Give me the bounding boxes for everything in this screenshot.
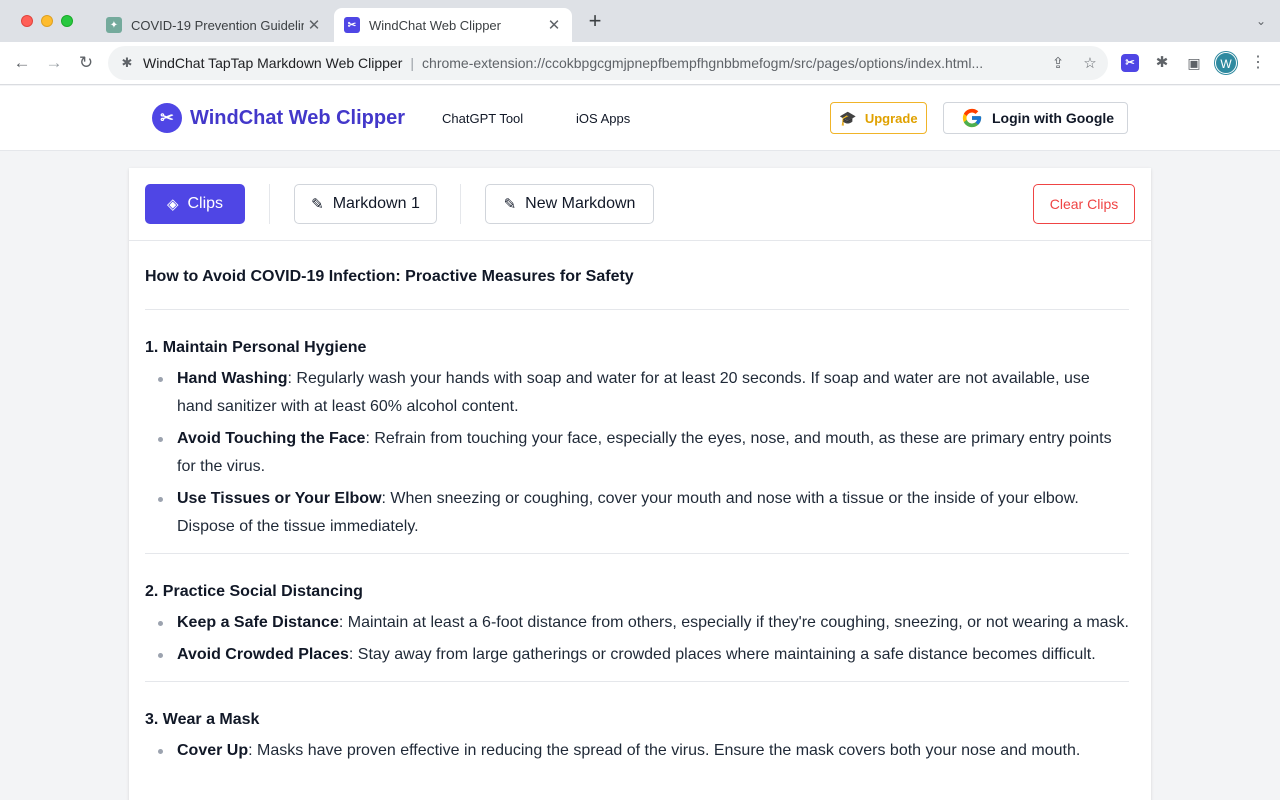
clear-clips-button[interactable]: Clear Clips bbox=[1033, 184, 1135, 224]
omnibox-page-title: WindChat TapTap Markdown Web Clipper bbox=[143, 55, 403, 71]
document-title: How to Avoid COVID-19 Infection: Proacti… bbox=[145, 241, 1129, 310]
brand[interactable]: ✂ WindChat Web Clipper bbox=[152, 103, 405, 133]
bullet-list: Cover Up: Masks have proven effective in… bbox=[145, 737, 1129, 765]
extensions-puzzle-icon[interactable]: ✱ bbox=[1153, 54, 1171, 72]
list-item: Hand Washing: Regularly wash your hands … bbox=[158, 365, 1129, 421]
list-item-term: Use Tissues or Your Elbow bbox=[177, 490, 382, 507]
close-icon[interactable]: ✕ bbox=[304, 16, 324, 34]
puzzle-icon: ✱ bbox=[121, 55, 133, 70]
clip-content: How to Avoid COVID-19 Infection: Proacti… bbox=[129, 241, 1151, 777]
bullet-list: Keep a Safe Distance: Maintain at least … bbox=[145, 609, 1129, 669]
layers-icon: ◈ bbox=[166, 196, 179, 213]
markdown-1-button[interactable]: ✎ Markdown 1 bbox=[294, 184, 437, 224]
list-item-text: : Stay away from large gatherings or cro… bbox=[348, 646, 1096, 663]
divider bbox=[460, 184, 461, 224]
clips-button[interactable]: ◈ Clips bbox=[145, 184, 245, 224]
bullet-list: Hand Washing: Regularly wash your hands … bbox=[145, 365, 1129, 541]
nav-link-ios-apps[interactable]: iOS Apps bbox=[576, 111, 630, 126]
list-item-term: Keep a Safe Distance bbox=[177, 614, 339, 631]
section-hygiene: 1. Maintain Personal Hygiene Hand Washin… bbox=[145, 310, 1129, 554]
clips-toolbar: ◈ Clips ✎ Markdown 1 ✎ New Markdown Clea… bbox=[129, 168, 1151, 241]
graduation-cap-icon: 🎓 bbox=[839, 109, 857, 126]
edit-icon: ✎ bbox=[503, 196, 517, 213]
windchat-extension-icon[interactable]: ✂ bbox=[1121, 54, 1139, 72]
markdown-1-label: Markdown 1 bbox=[332, 195, 420, 212]
list-item: Avoid Crowded Places: Stay away from lar… bbox=[158, 641, 1129, 669]
upgrade-button[interactable]: 🎓 Upgrade bbox=[830, 102, 927, 134]
side-panel-icon[interactable]: ▣ bbox=[1185, 54, 1203, 72]
nav-link-chatgpt-tool[interactable]: ChatGPT Tool bbox=[442, 111, 523, 126]
clips-card: ◈ Clips ✎ Markdown 1 ✎ New Markdown Clea… bbox=[129, 168, 1151, 800]
brand-name: WindChat Web Clipper bbox=[190, 106, 405, 129]
list-item-term: Cover Up bbox=[177, 742, 249, 759]
list-item: Avoid Touching the Face: Refrain from to… bbox=[158, 425, 1129, 481]
upgrade-label: Upgrade bbox=[864, 110, 918, 126]
list-item-term: Avoid Crowded Places bbox=[177, 646, 349, 663]
section-wear-mask: 3. Wear a Mask Cover Up: Masks have prov… bbox=[145, 682, 1129, 777]
tab-title: COVID-19 Prevention Guideline bbox=[131, 17, 304, 33]
list-item-term: Hand Washing bbox=[177, 370, 288, 387]
section-heading: 3. Wear a Mask bbox=[145, 711, 260, 728]
clips-label: Clips bbox=[187, 195, 224, 212]
section-heading: 1. Maintain Personal Hygiene bbox=[145, 339, 367, 356]
new-markdown-label: New Markdown bbox=[525, 195, 636, 212]
close-window-button[interactable] bbox=[21, 15, 33, 27]
forward-arrow-icon[interactable]: → bbox=[43, 52, 65, 74]
reload-icon[interactable]: ↻ bbox=[75, 52, 97, 74]
edit-icon: ✎ bbox=[311, 196, 324, 213]
chevron-down-icon[interactable]: ⌄ bbox=[1256, 14, 1266, 28]
list-item: Use Tissues or Your Elbow: When sneezing… bbox=[158, 485, 1129, 541]
address-bar[interactable]: ✱ WindChat TapTap Markdown Web Clipper |… bbox=[108, 46, 1108, 80]
profile-avatar[interactable]: W bbox=[1215, 52, 1237, 74]
list-item: Keep a Safe Distance: Maintain at least … bbox=[158, 609, 1129, 637]
new-markdown-button[interactable]: ✎ New Markdown bbox=[485, 184, 654, 224]
maximize-window-button[interactable] bbox=[61, 15, 73, 27]
windchat-icon: ✂ bbox=[344, 17, 360, 33]
browser-tab-windchat[interactable]: ✂ WindChat Web Clipper ✕ bbox=[334, 8, 572, 42]
list-item: Cover Up: Masks have proven effective in… bbox=[158, 737, 1129, 765]
share-icon[interactable]: ⇪ bbox=[1049, 54, 1067, 72]
omnibox-separator: | bbox=[410, 55, 415, 71]
clear-clips-label: Clear Clips bbox=[1049, 196, 1119, 212]
new-tab-button[interactable]: + bbox=[584, 10, 606, 33]
section-heading: 2. Practice Social Distancing bbox=[145, 583, 363, 600]
minimize-window-button[interactable] bbox=[41, 15, 53, 27]
login-with-google-button[interactable]: Login with Google bbox=[943, 102, 1128, 134]
omnibox-url[interactable]: chrome-extension://ccokbpgcgmjpnepfbempf… bbox=[422, 55, 1028, 71]
section-social-distancing: 2. Practice Social Distancing Keep a Saf… bbox=[145, 554, 1129, 682]
list-item-term: Avoid Touching the Face bbox=[177, 430, 366, 447]
windchat-logo-icon: ✂ bbox=[152, 103, 182, 133]
list-item-text: : Masks have proven effective in reducin… bbox=[248, 742, 1081, 759]
browser-tab-covid[interactable]: ✦ COVID-19 Prevention Guideline ✕ bbox=[96, 8, 332, 42]
chatgpt-icon: ✦ bbox=[106, 17, 122, 33]
browser-toolbar: ← → ↻ ✱ WindChat TapTap Markdown Web Cli… bbox=[0, 42, 1280, 85]
divider bbox=[269, 184, 270, 224]
close-icon[interactable]: ✕ bbox=[544, 16, 564, 34]
more-options-icon[interactable]: ⋮ bbox=[1250, 52, 1266, 74]
google-icon bbox=[962, 108, 982, 128]
browser-tab-bar: ✦ COVID-19 Prevention Guideline ✕ ✂ Wind… bbox=[0, 0, 1280, 42]
list-item-text: : Regularly wash your hands with soap an… bbox=[177, 370, 1090, 415]
tab-title: WindChat Web Clipper bbox=[369, 17, 501, 33]
list-item-text: : Maintain at least a 6-foot distance fr… bbox=[338, 614, 1129, 631]
bookmark-star-icon[interactable]: ☆ bbox=[1081, 54, 1099, 72]
back-arrow-icon[interactable]: ← bbox=[11, 52, 33, 74]
login-label: Login with Google bbox=[992, 110, 1115, 126]
app-header: ✂ WindChat Web Clipper ChatGPT Tool iOS … bbox=[0, 86, 1280, 151]
